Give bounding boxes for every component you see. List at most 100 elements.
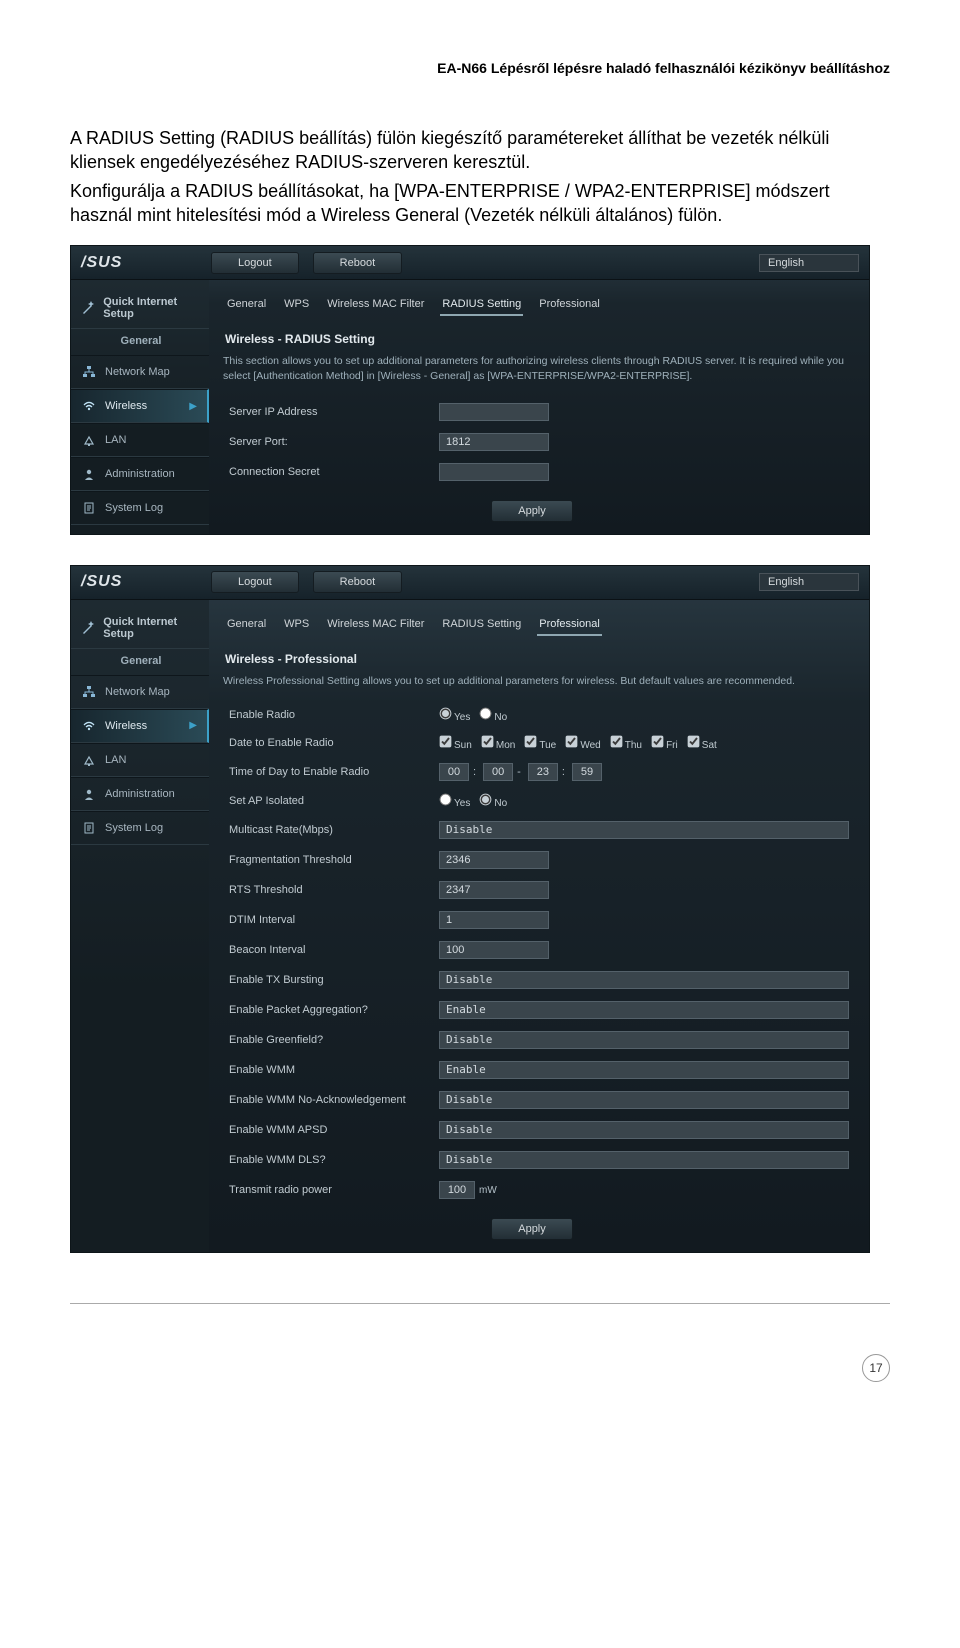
rts-input[interactable] xyxy=(439,881,549,899)
sidebar-item-qis[interactable]: Quick Internet Setup xyxy=(71,608,209,649)
dtim-input[interactable] xyxy=(439,911,549,929)
chk-fri[interactable] xyxy=(652,736,664,748)
tab-radius[interactable]: RADIUS Setting xyxy=(440,614,523,636)
content-area: General WPS Wireless MAC Filter RADIUS S… xyxy=(209,280,869,533)
time-start-hh[interactable] xyxy=(439,763,469,781)
sidebar-item-qis[interactable]: Quick Internet Setup xyxy=(71,288,209,329)
multicast-select[interactable]: Disable xyxy=(439,821,849,839)
label-tue: Tue xyxy=(539,740,556,751)
enable-radio-yes[interactable] xyxy=(440,708,452,720)
sidebar-label: Wireless xyxy=(105,400,147,412)
doc-header: EA-N66 Lépésről lépésre haladó felhaszná… xyxy=(70,60,890,76)
chk-thu[interactable] xyxy=(610,736,622,748)
panel-title: Wireless - RADIUS Setting xyxy=(223,326,855,354)
sidebar-item-system-log[interactable]: System Log xyxy=(71,491,209,525)
tab-wps[interactable]: WPS xyxy=(282,294,311,316)
tab-radius[interactable]: RADIUS Setting xyxy=(440,294,523,316)
brand-logo: /SUS xyxy=(81,573,211,591)
greenfield-select[interactable]: Disable xyxy=(439,1031,849,1049)
tab-mac-filter[interactable]: Wireless MAC Filter xyxy=(325,294,426,316)
server-port-input[interactable] xyxy=(439,433,549,451)
label-no: No xyxy=(494,712,507,723)
packet-agg-select[interactable]: Enable xyxy=(439,1001,849,1019)
tab-wps[interactable]: WPS xyxy=(282,614,311,636)
sidebar-item-wireless[interactable]: Wireless ▶ xyxy=(71,389,209,423)
body-text: A RADIUS Setting (RADIUS beállítás) fülö… xyxy=(70,126,890,227)
time-start-mm[interactable] xyxy=(483,763,513,781)
panel-title: Wireless - Professional xyxy=(223,646,855,674)
label-sat: Sat xyxy=(702,740,717,751)
tab-professional[interactable]: Professional xyxy=(537,614,602,636)
label-dtim: DTIM Interval xyxy=(223,908,433,932)
beacon-input[interactable] xyxy=(439,941,549,959)
wireless-icon xyxy=(81,718,97,734)
chk-tue[interactable] xyxy=(525,736,537,748)
reboot-button[interactable]: Reboot xyxy=(313,571,402,593)
tab-mac-filter[interactable]: Wireless MAC Filter xyxy=(325,614,426,636)
time-end-hh[interactable] xyxy=(528,763,558,781)
logout-button[interactable]: Logout xyxy=(211,571,299,593)
content-area: General WPS Wireless MAC Filter RADIUS S… xyxy=(209,600,869,1253)
wmm-apsd-select[interactable]: Disable xyxy=(439,1121,849,1139)
enable-radio-no[interactable] xyxy=(480,708,492,720)
sidebar-group-general: General xyxy=(71,649,209,675)
apply-button[interactable]: Apply xyxy=(491,1218,573,1240)
professional-panel-screenshot: /SUS Logout Reboot English Quick Interne… xyxy=(70,565,870,1254)
sidebar-label: System Log xyxy=(105,822,163,834)
chk-sun[interactable] xyxy=(440,736,452,748)
label-server-ip: Server IP Address xyxy=(223,400,433,424)
sidebar-item-administration[interactable]: Administration xyxy=(71,457,209,491)
label-connection-secret: Connection Secret xyxy=(223,460,433,484)
sidebar-item-network-map[interactable]: Network Map xyxy=(71,355,209,389)
sidebar-item-system-log[interactable]: System Log xyxy=(71,811,209,845)
language-select[interactable]: English xyxy=(759,573,859,591)
server-ip-input[interactable] xyxy=(439,403,549,421)
sidebar: Quick Internet Setup General Network Map… xyxy=(71,600,209,1253)
tx-burst-select[interactable]: Disable xyxy=(439,971,849,989)
ap-isolated-no[interactable] xyxy=(480,794,492,806)
sidebar-item-network-map[interactable]: Network Map xyxy=(71,675,209,709)
time-end-mm[interactable] xyxy=(572,763,602,781)
ap-isolated-yes[interactable] xyxy=(440,794,452,806)
chk-wed[interactable] xyxy=(566,736,578,748)
connection-secret-input[interactable] xyxy=(439,463,549,481)
label-date-enable: Date to Enable Radio xyxy=(223,732,433,754)
label-yes: Yes xyxy=(454,798,470,809)
apply-button[interactable]: Apply xyxy=(491,500,573,522)
label-yes: Yes xyxy=(454,712,470,723)
chk-mon[interactable] xyxy=(482,736,494,748)
sidebar-item-lan[interactable]: LAN xyxy=(71,743,209,777)
label-beacon: Beacon Interval xyxy=(223,938,433,962)
panel-description: This section allows you to set up additi… xyxy=(223,354,855,383)
sidebar-label: Network Map xyxy=(105,366,170,378)
tab-professional[interactable]: Professional xyxy=(537,294,602,316)
sidebar-group-general: General xyxy=(71,329,209,355)
wireless-icon xyxy=(81,398,97,414)
tx-power-input[interactable] xyxy=(439,1181,475,1199)
sidebar-item-wireless[interactable]: Wireless ▶ xyxy=(71,709,209,743)
wmm-select[interactable]: Enable xyxy=(439,1061,849,1079)
admin-icon xyxy=(81,466,97,482)
tab-general[interactable]: General xyxy=(225,614,268,636)
sidebar-label: Quick Internet Setup xyxy=(103,296,199,320)
lan-icon xyxy=(81,752,97,768)
sidebar-item-administration[interactable]: Administration xyxy=(71,777,209,811)
label-mon: Mon xyxy=(496,740,515,751)
sidebar-label: LAN xyxy=(105,754,126,766)
language-select[interactable]: English xyxy=(759,254,859,272)
sidebar-item-lan[interactable]: LAN xyxy=(71,423,209,457)
wmm-noack-select[interactable]: Disable xyxy=(439,1091,849,1109)
label-packet-agg: Enable Packet Aggregation? xyxy=(223,998,433,1022)
label-frag: Fragmentation Threshold xyxy=(223,848,433,872)
log-icon xyxy=(81,500,97,516)
chk-sat[interactable] xyxy=(687,736,699,748)
reboot-button[interactable]: Reboot xyxy=(313,252,402,274)
para-2: Konfigurálja a RADIUS beállításokat, ha … xyxy=(70,179,890,228)
wmm-dls-select[interactable]: Disable xyxy=(439,1151,849,1169)
label-tx-burst: Enable TX Bursting xyxy=(223,968,433,992)
tab-general[interactable]: General xyxy=(225,294,268,316)
logout-button[interactable]: Logout xyxy=(211,252,299,274)
para-1: A RADIUS Setting (RADIUS beállítás) fülö… xyxy=(70,126,890,175)
frag-input[interactable] xyxy=(439,851,549,869)
sidebar: Quick Internet Setup General Network Map… xyxy=(71,280,209,533)
